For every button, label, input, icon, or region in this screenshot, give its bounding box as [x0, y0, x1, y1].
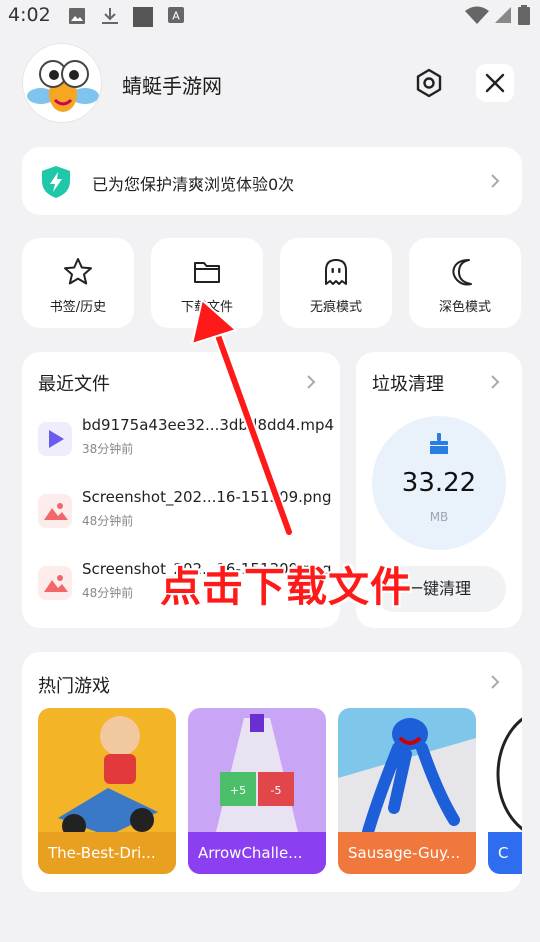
chevron-right-icon [491, 174, 500, 188]
file-time: 48分钟前 [82, 586, 134, 600]
svg-text:-5: -5 [271, 784, 282, 797]
dark-mode-button[interactable]: 深色模式 [409, 238, 521, 328]
file-time: 48分钟前 [82, 514, 134, 528]
status-time: 4:02 [8, 4, 51, 26]
junk-size-value: 33.22 [401, 468, 477, 498]
hot-games-card: 热门游戏 The-Best-Dri... +5 -5 ArrowChalle..… [22, 652, 522, 892]
settings-hexagon-icon [416, 68, 442, 98]
image-file-icon [38, 494, 72, 528]
svg-text:+5: +5 [230, 784, 246, 797]
game-tile[interactable]: C [488, 708, 522, 874]
settings-button[interactable] [412, 66, 446, 100]
image-icon [69, 8, 85, 24]
protect-text: 已为您保护清爽浏览体验0次 [92, 175, 295, 194]
downloads-label: 下载文件 [180, 300, 233, 315]
shield-bolt-icon [42, 166, 70, 198]
junk-size-unit: MB [429, 510, 449, 524]
game-name: C [488, 832, 522, 874]
hot-games-title[interactable]: 热门游戏 [38, 672, 110, 698]
square-icon [133, 7, 153, 27]
recent-file-item[interactable]: Screenshot_202...16-151309.png 48分钟前 [38, 486, 338, 536]
header: 蜻蜓手游网 [0, 40, 540, 128]
download-icon [102, 8, 118, 24]
wifi-icon [465, 6, 489, 24]
game-tile[interactable]: The-Best-Dri... [38, 708, 176, 874]
recent-files-title[interactable]: 最近文件 [38, 370, 110, 396]
chevron-right-icon[interactable] [306, 374, 316, 390]
file-time: 38分钟前 [82, 442, 134, 456]
signal-icon [495, 7, 511, 23]
junk-size-gauge: 33.22 MB [372, 416, 506, 550]
battery-icon [518, 5, 530, 25]
trash-clean-title[interactable]: 垃圾清理 [372, 370, 444, 396]
file-name: bd9175a43ee32...3dbd8dd4.mp4 [82, 416, 335, 434]
broom-icon [430, 433, 448, 454]
moon-icon [452, 259, 472, 286]
game-tile[interactable]: +5 -5 ArrowChalle... [188, 708, 326, 874]
protect-banner[interactable]: 已为您保护清爽浏览体验0次 [22, 147, 522, 215]
chevron-right-icon[interactable] [490, 374, 500, 390]
bookmarks-history-button[interactable]: 书签/历史 [22, 238, 134, 328]
status-bar: 4:02 A [0, 0, 540, 32]
ghost-icon [325, 259, 347, 285]
game-name: Sausage-Guy... [338, 832, 476, 874]
video-file-icon [38, 422, 72, 456]
star-icon [64, 258, 92, 285]
game-name: ArrowChalle... [188, 832, 326, 874]
chevron-right-icon[interactable] [490, 674, 500, 690]
a-box-icon: A [168, 7, 184, 23]
image-file-icon [38, 566, 72, 600]
file-name: Screenshot_202...16-151309.png [82, 488, 332, 506]
close-button[interactable] [476, 64, 514, 102]
close-icon [485, 73, 505, 93]
game-name: The-Best-Dri... [38, 832, 176, 874]
incognito-mode-label: 无痕模式 [309, 300, 362, 315]
recent-file-item[interactable]: bd9175a43ee32...3dbd8dd4.mp4 38分钟前 [38, 414, 338, 464]
downloads-button[interactable]: 下载文件 [151, 238, 263, 328]
game-tile[interactable]: Sausage-Guy... [338, 708, 476, 874]
folder-icon [194, 262, 220, 283]
dark-mode-label: 深色模式 [438, 300, 491, 315]
incognito-mode-button[interactable]: 无痕模式 [280, 238, 392, 328]
tutorial-caption: 点击下载文件 [160, 563, 412, 611]
svg-text:A: A [172, 10, 180, 23]
bookmarks-history-label: 书签/历史 [49, 300, 107, 315]
app-title: 蜻蜓手游网 [122, 74, 222, 98]
dragonfly-mascot-icon[interactable] [22, 43, 102, 123]
